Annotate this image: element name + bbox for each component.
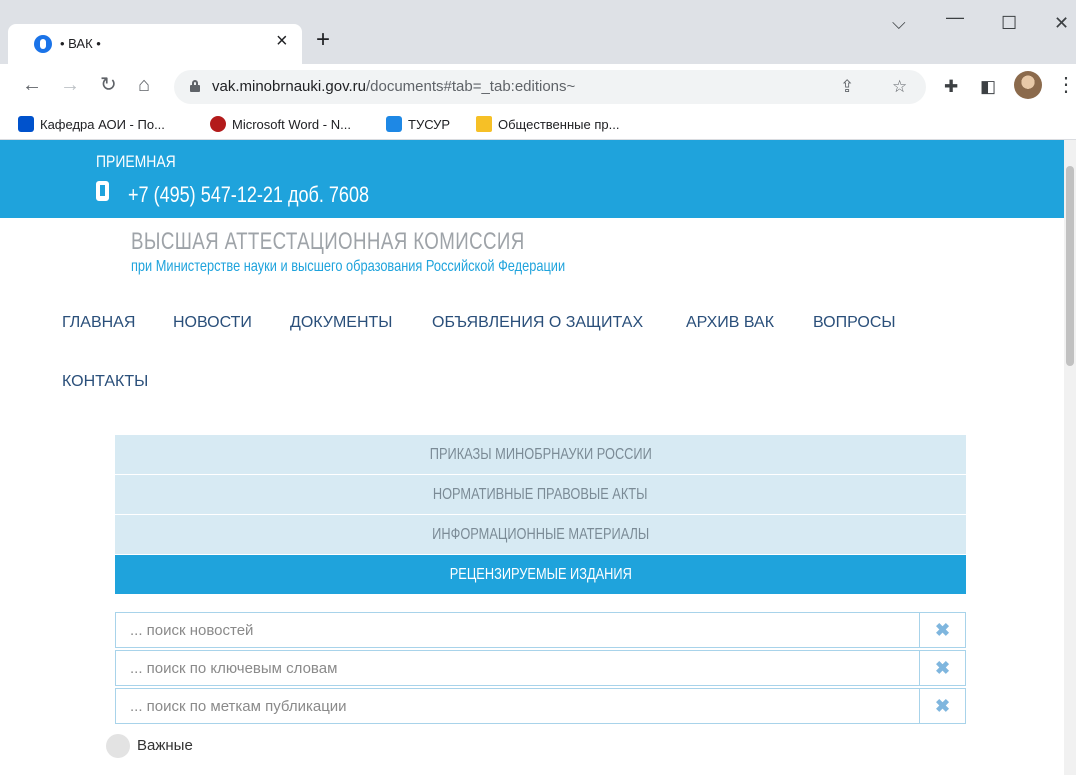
back-icon[interactable]: ← bbox=[22, 74, 42, 96]
tags-search-input[interactable] bbox=[116, 689, 919, 723]
bookmark-item[interactable]: Microsoft Word - N... bbox=[210, 116, 351, 132]
keywords-search-row: ✖ bbox=[115, 650, 966, 686]
clear-icon[interactable]: ✖ bbox=[919, 613, 965, 647]
nav-defense-announcements[interactable]: ОБЪЯВЛЕНИЯ О ЗАЩИТАХ bbox=[432, 314, 643, 332]
clear-icon[interactable]: ✖ bbox=[919, 651, 965, 685]
nav-news[interactable]: НОВОСТИ bbox=[173, 314, 252, 332]
scrollbar-thumb[interactable] bbox=[1066, 166, 1074, 366]
side-panel-icon[interactable]: ◧ bbox=[980, 78, 996, 96]
site-favicon-icon bbox=[34, 35, 52, 53]
nav-archive[interactable]: АРХИВ ВАК bbox=[686, 314, 774, 332]
reception-header: ПРИЕМНАЯ +7 (495) 547-12-21 доб. 7608 bbox=[0, 140, 1064, 218]
browser-menu-icon[interactable]: ⋮ bbox=[1056, 72, 1076, 98]
tab-search-icon[interactable]: ⌵ bbox=[892, 14, 906, 32]
profile-avatar[interactable] bbox=[1014, 71, 1042, 99]
lock-icon bbox=[190, 80, 200, 92]
minimize-icon[interactable]: — bbox=[946, 8, 964, 26]
news-search-input[interactable] bbox=[116, 613, 919, 647]
nav-questions[interactable]: ВОПРОСЫ bbox=[813, 314, 896, 332]
page-content: ПРИЕМНАЯ +7 (495) 547-12-21 доб. 7608 ВЫ… bbox=[0, 140, 1064, 775]
tusur-icon bbox=[386, 116, 402, 132]
tab-legal-acts[interactable]: НОРМАТИВНЫЕ ПРАВОВЫЕ АКТЫ bbox=[115, 475, 966, 515]
clear-icon[interactable]: ✖ bbox=[919, 689, 965, 723]
nav-home[interactable]: ГЛАВНАЯ bbox=[62, 314, 135, 332]
documents-tabs: ПРИКАЗЫ МИНОБРНАУКИ РОССИИ НОРМАТИВНЫЕ П… bbox=[115, 435, 966, 595]
mobile-phone-icon bbox=[96, 181, 109, 201]
phone-number[interactable]: +7 (495) 547-12-21 доб. 7608 bbox=[128, 182, 369, 208]
important-toggle[interactable] bbox=[106, 734, 130, 758]
address-bar[interactable]: vak.minobrnauki.gov.ru/documents#tab=_ta… bbox=[174, 70, 926, 104]
reception-label: ПРИЕМНАЯ bbox=[96, 152, 176, 171]
bookmark-item[interactable]: Общественные пр... bbox=[476, 116, 619, 132]
tab-title: • ВАК • bbox=[60, 36, 101, 51]
stanford-icon bbox=[210, 116, 226, 132]
bookmark-item[interactable]: ТУСУР bbox=[386, 116, 450, 132]
close-tab-icon[interactable]: × bbox=[276, 31, 288, 51]
browser-toolbar: ← → ↻ ⌂ vak.minobrnauki.gov.ru/documents… bbox=[0, 64, 1076, 108]
tab-info-materials[interactable]: ИНФОРМАЦИОННЫЕ МАТЕРИАЛЫ bbox=[115, 515, 966, 555]
bookmark-item[interactable]: Кафедра АОИ - По... bbox=[18, 116, 165, 132]
nav-documents[interactable]: ДОКУМЕНТЫ bbox=[290, 314, 392, 332]
news-search-row: ✖ bbox=[115, 612, 966, 648]
new-tab-button[interactable]: + bbox=[316, 28, 330, 52]
extensions-icon[interactable]: ✚ bbox=[944, 78, 958, 96]
important-label: Важные bbox=[137, 737, 193, 754]
tags-search-row: ✖ bbox=[115, 688, 966, 724]
browser-tab[interactable]: • ВАК • × bbox=[8, 24, 302, 64]
tab-ministry-orders[interactable]: ПРИКАЗЫ МИНОБРНАУКИ РОССИИ bbox=[115, 435, 966, 475]
reload-icon[interactable]: ↻ bbox=[100, 74, 117, 96]
browser-tabbar: • ВАК • × + ⌵ — ☐ ✕ bbox=[0, 0, 1076, 64]
home-icon[interactable]: ⌂ bbox=[138, 74, 150, 96]
bookmarks-bar: Кафедра АОИ - По... Microsoft Word - N..… bbox=[0, 108, 1076, 140]
site-title[interactable]: ВЫСШАЯ АТТЕСТАЦИОННАЯ КОМИССИЯ bbox=[131, 228, 525, 256]
tab-peer-reviewed-editions[interactable]: РЕЦЕНЗИРУЕМЫЕ ИЗДАНИЯ bbox=[115, 555, 966, 595]
bookmark-star-icon[interactable]: ☆ bbox=[892, 77, 907, 97]
keywords-search-input[interactable] bbox=[116, 651, 919, 685]
share-icon[interactable]: ⇪ bbox=[840, 77, 854, 97]
maximize-icon[interactable]: ☐ bbox=[1001, 14, 1017, 32]
forward-icon[interactable]: → bbox=[60, 74, 80, 96]
url-text[interactable]: vak.minobrnauki.gov.ru/documents#tab=_ta… bbox=[212, 78, 575, 95]
folder-icon bbox=[476, 116, 492, 132]
window-close-icon[interactable]: ✕ bbox=[1054, 14, 1069, 32]
site-subtitle: при Министерстве науки и высшего образов… bbox=[131, 258, 566, 275]
nav-contacts[interactable]: КОНТАКТЫ bbox=[62, 373, 148, 391]
trello-icon bbox=[18, 116, 34, 132]
page-scrollbar[interactable] bbox=[1064, 140, 1076, 775]
